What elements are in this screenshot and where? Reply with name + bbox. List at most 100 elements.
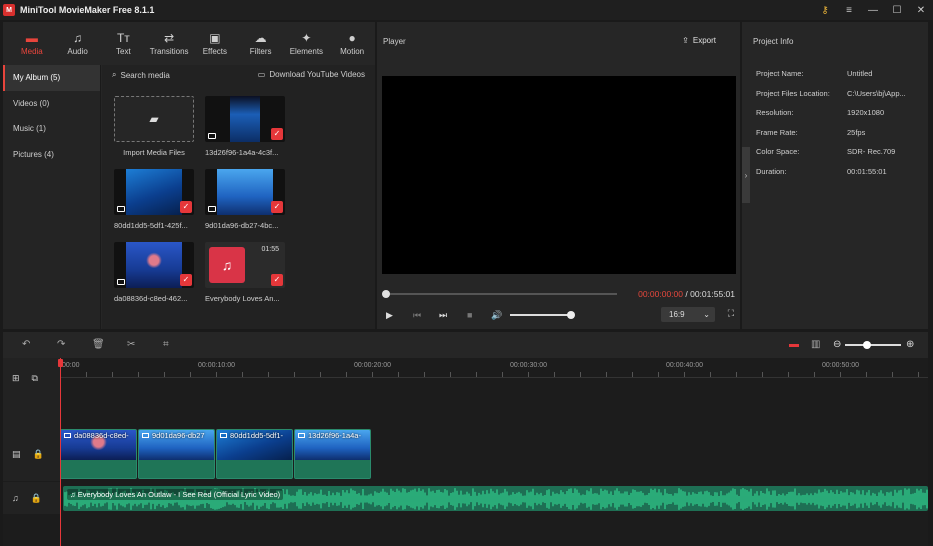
tab-effects[interactable]: ▣ Effects bbox=[192, 22, 238, 64]
video-clip[interactable]: 80dd1dd5-5df1- bbox=[216, 429, 293, 479]
collapse-panel-icon[interactable]: › bbox=[742, 147, 750, 203]
tab-label: Audio bbox=[67, 46, 88, 56]
ruler-tick bbox=[320, 372, 321, 377]
tab-elements[interactable]: ✦ Elements bbox=[284, 22, 330, 64]
previous-frame-icon[interactable]: ⏮ bbox=[413, 308, 421, 322]
lock-icon[interactable]: 🔒 bbox=[31, 493, 42, 504]
youtube-icon: ▭ bbox=[257, 70, 266, 79]
zoom-handle[interactable] bbox=[863, 341, 872, 349]
media-item-name: 80dd1dd5-5df1-425f... bbox=[114, 221, 188, 230]
added-check-icon[interactable]: ✓ bbox=[271, 128, 283, 140]
export-button[interactable]: ⇪ Export bbox=[682, 36, 716, 45]
fullscreen-icon[interactable]: ⛶ bbox=[728, 308, 734, 319]
zoom-in-icon[interactable]: ⊕ bbox=[906, 339, 914, 350]
ruler-tick bbox=[346, 372, 347, 377]
preview-screen[interactable] bbox=[382, 76, 736, 274]
tab-label: Media bbox=[20, 46, 43, 56]
maximize-icon[interactable]: ☐ bbox=[885, 0, 909, 20]
minimize-icon[interactable]: — bbox=[861, 0, 885, 20]
info-value: 1920x1080 bbox=[847, 108, 885, 117]
ruler-tick bbox=[528, 372, 529, 377]
media-item[interactable]: ✓ 13d26f96-1a4a-4c3f... bbox=[205, 96, 285, 157]
media-item[interactable]: ♫ 01:55 ✓ Everybody Loves An... bbox=[205, 242, 285, 303]
media-item[interactable]: ✓ 80dd1dd5-5df1-425f... bbox=[114, 169, 194, 230]
key-icon[interactable]: ⚷ bbox=[813, 0, 837, 20]
tab-label: Elements bbox=[289, 46, 324, 56]
import-media-tile[interactable]: ▰ Import Media Files bbox=[114, 96, 194, 157]
copy-track-icon[interactable]: ⧉ bbox=[32, 373, 38, 384]
import-folder-icon[interactable]: ▰ bbox=[114, 96, 194, 142]
undo-icon[interactable]: ↶ bbox=[22, 339, 30, 350]
video-track-icon: ▤ bbox=[12, 449, 21, 459]
volume-handle[interactable] bbox=[567, 311, 575, 319]
volume-icon[interactable]: 🔊 bbox=[491, 308, 502, 322]
media-thumbnail[interactable]: ✓ bbox=[205, 96, 285, 142]
stop-icon[interactable]: ■ bbox=[467, 308, 472, 322]
tab-label: Transitions bbox=[149, 46, 189, 56]
video-clip[interactable]: 9d01da96-db27 bbox=[138, 429, 215, 479]
video-clip[interactable]: da08836d-c8ed- bbox=[60, 429, 137, 479]
video-clip[interactable]: 13d26f96-1a4a- bbox=[294, 429, 371, 479]
media-thumbnail[interactable]: ✓ bbox=[205, 169, 285, 215]
zoom-slider[interactable] bbox=[845, 341, 901, 349]
playhead[interactable] bbox=[60, 358, 61, 546]
next-frame-icon[interactable]: ⏭ bbox=[439, 308, 447, 322]
sidebar-item[interactable]: Music (1) bbox=[3, 116, 100, 142]
search-media[interactable]: ⌕ Search media bbox=[112, 70, 170, 80]
export-label: Export bbox=[692, 36, 716, 45]
added-check-icon[interactable]: ✓ bbox=[180, 274, 192, 286]
fit-timeline-icon[interactable]: ▥ bbox=[811, 339, 820, 350]
tab-audio[interactable]: ♫ Audio bbox=[55, 22, 101, 64]
media-thumbnail[interactable]: ✓ bbox=[114, 169, 194, 215]
close-icon[interactable]: ✕ bbox=[909, 0, 933, 20]
play-icon[interactable]: ▶ bbox=[386, 308, 393, 322]
redo-icon[interactable]: ↷ bbox=[57, 339, 65, 350]
time-ruler[interactable]: 00:00 00:00:10:00 00:00:20:00 00:00:30:00 00… bbox=[60, 358, 928, 378]
tab-motion[interactable]: ● Motion bbox=[329, 22, 375, 64]
project-info-row: Project Files Location: C:\Users\bj\App..… bbox=[756, 89, 926, 109]
clip-label: 9d01da96-db27 bbox=[142, 431, 205, 440]
media-item[interactable]: ✓ da08836d-c8ed-462... bbox=[114, 242, 194, 303]
volume-slider[interactable] bbox=[510, 311, 575, 319]
added-check-icon[interactable]: ✓ bbox=[180, 201, 192, 213]
scrubber-handle[interactable] bbox=[382, 290, 390, 298]
clip-name: da08836d-c8ed- bbox=[74, 431, 129, 440]
app-title: MiniTool MovieMaker Free 8.1.1 bbox=[20, 5, 155, 15]
ruler-tick bbox=[710, 372, 711, 377]
playback-scrubber[interactable] bbox=[382, 290, 617, 298]
add-track-icon[interactable]: ⊞ bbox=[12, 373, 20, 384]
image-type-icon bbox=[298, 433, 305, 438]
delete-icon[interactable]: 🗑 bbox=[92, 339, 105, 350]
ruler-tick bbox=[476, 372, 477, 377]
ruler-tick bbox=[866, 372, 867, 377]
crop-icon[interactable]: ⌗ bbox=[163, 339, 169, 350]
media-item[interactable]: ✓ 9d01da96-db27-4bc... bbox=[205, 169, 285, 230]
video-track[interactable]: da08836d-c8ed- 9d01da96-db27 80dd1dd5-5df1… bbox=[60, 429, 372, 479]
media-thumbnail[interactable]: ♫ 01:55 ✓ bbox=[205, 242, 285, 288]
menu-icon[interactable]: ≡ bbox=[837, 0, 861, 20]
lock-icon[interactable]: 🔒 bbox=[33, 449, 44, 460]
ruler-tick bbox=[658, 372, 659, 377]
ruler-tick bbox=[450, 372, 451, 377]
player-title: Player bbox=[383, 37, 406, 46]
media-thumbnail[interactable]: ✓ bbox=[114, 242, 194, 288]
sidebar-item[interactable]: Pictures (4) bbox=[3, 142, 100, 168]
sidebar-item[interactable]: Videos (0) bbox=[3, 91, 100, 117]
tab-filters[interactable]: ☁ Filters bbox=[238, 22, 284, 64]
tab-media[interactable]: ▬ Media bbox=[9, 22, 55, 64]
aspect-ratio-select[interactable]: 16:9 ⌄ bbox=[661, 307, 715, 322]
text-icon: Tт bbox=[116, 30, 130, 45]
split-icon[interactable]: ✂ bbox=[127, 339, 135, 350]
added-check-icon[interactable]: ✓ bbox=[271, 201, 283, 213]
download-youtube-button[interactable]: ▭ Download YouTube Videos bbox=[258, 70, 365, 79]
audio-mixer-icon[interactable]: ▬ bbox=[789, 339, 799, 350]
sidebar-item[interactable]: My Album (5) bbox=[3, 65, 100, 91]
added-check-icon[interactable]: ✓ bbox=[271, 274, 283, 286]
clip-name: 9d01da96-db27 bbox=[152, 431, 205, 440]
tab-transitions[interactable]: ⇄ Transitions bbox=[146, 22, 192, 64]
audio-clip[interactable]: ♫ Everybody Loves An Outlaw - I See Red … bbox=[63, 486, 928, 511]
playhead-handle[interactable] bbox=[58, 359, 63, 367]
info-value: Untitled bbox=[847, 69, 873, 78]
zoom-out-icon[interactable]: ⊖ bbox=[833, 339, 841, 350]
tab-text[interactable]: Tт Text bbox=[101, 22, 147, 64]
